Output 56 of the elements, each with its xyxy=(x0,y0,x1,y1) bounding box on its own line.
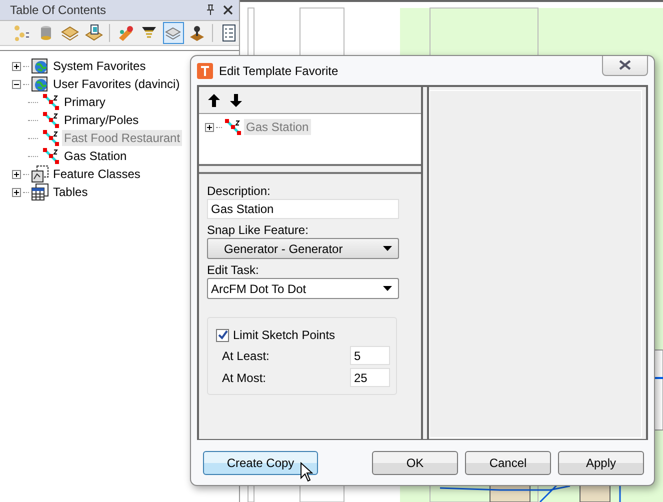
snap-like-feature-dropdown[interactable]: Generator - Generator xyxy=(207,238,399,259)
tree-item[interactable]: Primary xyxy=(62,94,108,110)
app-logo-icon xyxy=(197,62,213,78)
line-feature-icon xyxy=(224,118,242,136)
expand-toggle[interactable] xyxy=(12,80,21,88)
close-icon xyxy=(618,60,632,70)
arrow-up-icon[interactable] xyxy=(208,94,220,106)
field-label: Edit Task: xyxy=(207,263,260,277)
at-least-field[interactable]: 5 xyxy=(350,346,390,365)
edit-task-dropdown[interactable]: ArcFM Dot To Dot xyxy=(207,278,399,299)
table-icon xyxy=(31,183,49,201)
paint-icon xyxy=(116,24,135,42)
line-feature-icon xyxy=(42,111,60,129)
field-label: At Most: xyxy=(222,370,266,384)
field-label: Snap Like Feature: xyxy=(207,223,310,237)
field-label: At Least: xyxy=(222,348,270,362)
layer-icon xyxy=(60,24,79,42)
feature-classes-icon xyxy=(31,165,49,183)
tree-item[interactable]: Primary/Poles xyxy=(62,112,141,128)
joystick-icon xyxy=(188,24,206,42)
field-label: Description: xyxy=(207,184,272,198)
checkbox[interactable] xyxy=(216,328,229,342)
globe-book-icon xyxy=(31,57,49,75)
expand-toggle[interactable] xyxy=(205,122,214,132)
tree-item[interactable]: Gas Station xyxy=(244,119,311,135)
description-field[interactable]: Gas Station xyxy=(207,199,399,219)
close-button[interactable] xyxy=(602,56,648,76)
pin-icon[interactable] xyxy=(206,4,215,16)
dialog-title: Edit Template Favorite xyxy=(219,64,340,78)
close-icon[interactable] xyxy=(223,5,233,15)
tree-item[interactable]: User Favorites (davinci) xyxy=(51,76,182,92)
dialog-button[interactable]: Apply xyxy=(558,450,644,474)
tree-item[interactable]: System Favorites xyxy=(51,58,148,74)
dropdown-arrow-icon xyxy=(383,246,392,251)
list-icon xyxy=(220,24,238,42)
dialog-button[interactable]: OK xyxy=(372,450,458,474)
tree-item[interactable]: Tables xyxy=(51,184,90,200)
layer-source-icon xyxy=(84,24,103,42)
tree-item[interactable]: Feature Classes xyxy=(51,166,142,182)
expand-toggle[interactable] xyxy=(12,170,21,178)
panel-title: Table Of Contents xyxy=(10,3,108,17)
cursor-icon xyxy=(300,462,313,482)
expand-toggle[interactable] xyxy=(12,62,21,70)
line-feature-icon xyxy=(42,147,60,165)
arrow-down-icon[interactable] xyxy=(230,94,242,106)
checkbox-label: Limit Sketch Points xyxy=(233,328,336,342)
globe-book-icon xyxy=(31,75,49,93)
at-most-field[interactable]: 25 xyxy=(350,368,390,387)
tree-item[interactable]: Gas Station xyxy=(62,148,129,164)
expand-toggle[interactable] xyxy=(12,188,21,196)
line-feature-icon xyxy=(42,93,60,111)
network-icon xyxy=(13,24,32,42)
dropdown-arrow-icon xyxy=(383,286,392,291)
dialog-button[interactable]: Cancel xyxy=(465,450,551,474)
line-feature-icon xyxy=(42,129,60,147)
tree-item[interactable]: Fast Food Restaurant xyxy=(62,130,182,146)
